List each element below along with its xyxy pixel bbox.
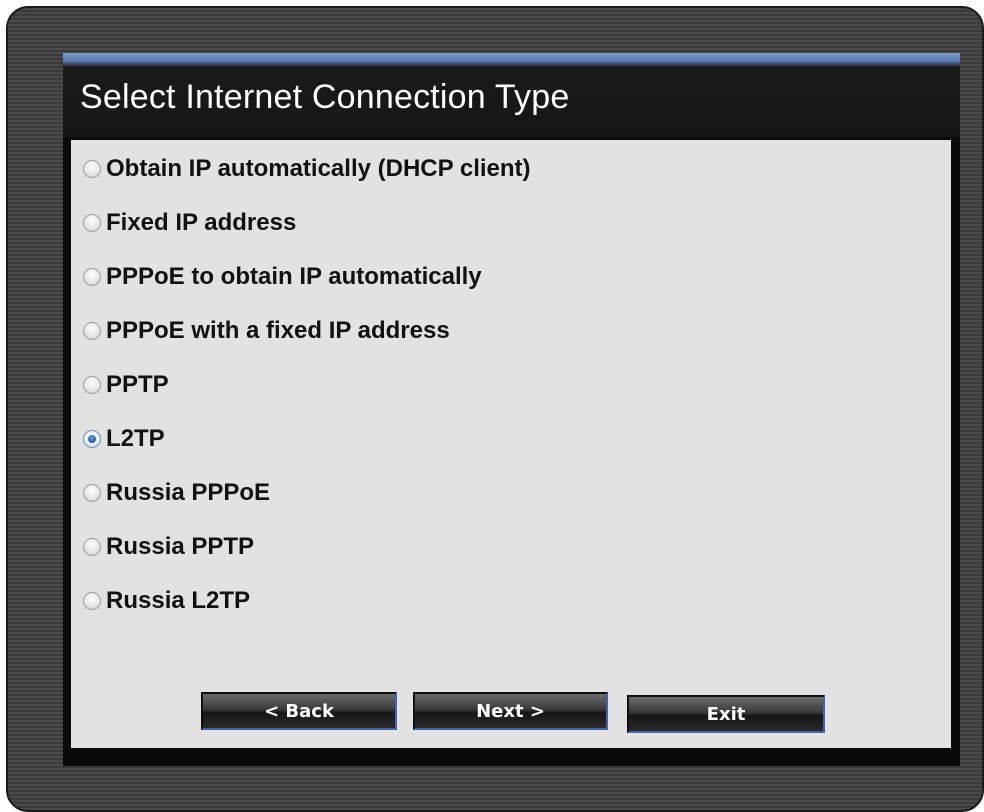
option-label: Fixed IP address (106, 209, 297, 236)
radio-button-selected[interactable] (83, 430, 101, 448)
page-title: Select Internet Connection Type (80, 78, 570, 116)
next-button[interactable]: Next > (413, 692, 608, 730)
radio-button[interactable] (83, 592, 101, 610)
option-russia-l2tp[interactable]: Russia L2TP (83, 581, 250, 621)
radio-button[interactable] (83, 160, 101, 178)
option-label: Russia PPPoE (106, 479, 271, 506)
option-l2tp[interactable]: L2TP (83, 419, 165, 459)
radio-button[interactable] (83, 376, 101, 394)
option-label: PPPoE with a fixed IP address (106, 317, 450, 344)
wizard-frame: Select Internet Connection Type Obtain I… (6, 6, 984, 812)
options-area: Obtain IP automatically (DHCP client) Fi… (71, 140, 951, 748)
option-russia-pppoe[interactable]: Russia PPPoE (83, 473, 270, 513)
exit-button[interactable]: Exit (627, 695, 825, 733)
wizard-header: Select Internet Connection Type (63, 53, 960, 137)
back-button[interactable]: < Back (201, 692, 397, 730)
option-pptp[interactable]: PPTP (83, 365, 169, 405)
option-label: Russia L2TP (106, 587, 251, 614)
radio-button[interactable] (83, 268, 101, 286)
option-dhcp-client[interactable]: Obtain IP automatically (DHCP client) (83, 149, 531, 189)
radio-button[interactable] (83, 214, 101, 232)
option-label: L2TP (106, 425, 165, 452)
wizard-panel: Select Internet Connection Type Obtain I… (63, 53, 960, 766)
option-pppoe-fixed[interactable]: PPPoE with a fixed IP address (83, 311, 450, 351)
radio-button[interactable] (83, 322, 101, 340)
option-fixed-ip[interactable]: Fixed IP address (83, 203, 296, 243)
option-russia-pptp[interactable]: Russia PPTP (83, 527, 254, 567)
radio-button[interactable] (83, 538, 101, 556)
option-label: Obtain IP automatically (DHCP client) (106, 155, 531, 182)
option-pppoe-auto[interactable]: PPPoE to obtain IP automatically (83, 257, 482, 297)
option-label: Russia PPTP (106, 533, 255, 560)
option-label: PPPoE to obtain IP automatically (106, 263, 482, 290)
option-label: PPTP (106, 371, 169, 398)
radio-button[interactable] (83, 484, 101, 502)
